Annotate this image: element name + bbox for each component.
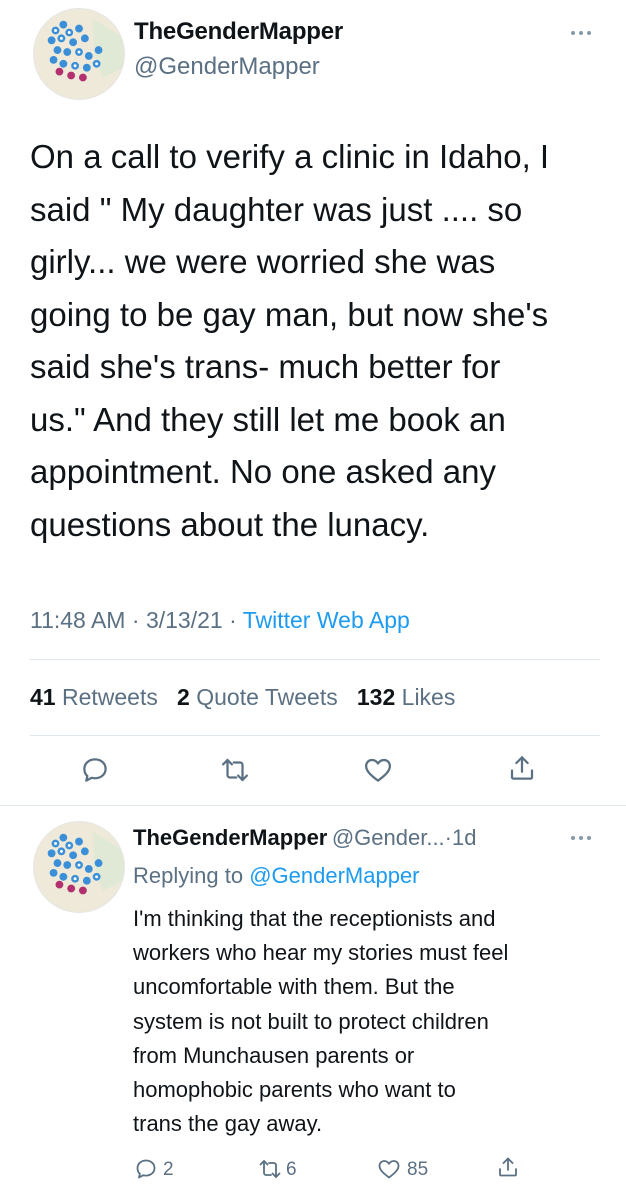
replying-to: Replying to @GenderMapper — [133, 863, 420, 888]
retweet-icon[interactable] — [258, 1157, 282, 1181]
reply-age[interactable]: 1d — [452, 825, 476, 850]
quote-tweets-stat[interactable]: 2 Quote Tweets — [177, 684, 338, 710]
like-count: 85 — [407, 1159, 429, 1180]
retweet-icon[interactable] — [220, 755, 250, 785]
likes-stat[interactable]: 132 Likes — [357, 684, 455, 710]
engagement-stats: 41 Retweets 2 Quote Tweets 132 Likes — [30, 684, 455, 711]
tweet-time[interactable]: 11:48 AM — [30, 607, 125, 633]
avatar[interactable] — [33, 8, 125, 100]
replying-to-mention[interactable]: @GenderMapper — [249, 863, 419, 888]
reply-count: 2 — [163, 1159, 174, 1180]
more-icon[interactable] — [571, 28, 595, 38]
more-icon[interactable] — [571, 833, 595, 843]
reply-text: I'm thinking that the receptionists and … — [133, 906, 509, 1137]
map-pins-avatar-image — [34, 9, 124, 99]
reply-header: TheGenderMapper @Gender...·1d — [133, 825, 477, 850]
tweet-meta: 11:48 AM · 3/13/21 · Twitter Web App — [30, 607, 410, 633]
reply-handle[interactable]: @Gender... — [332, 825, 445, 850]
tweet-text: On a call to verify a clinic in Idaho, I… — [30, 138, 550, 543]
reply-avatar[interactable] — [33, 821, 125, 913]
reply-icon[interactable] — [134, 1157, 158, 1181]
share-icon[interactable] — [496, 1155, 520, 1179]
heart-icon[interactable] — [377, 1157, 401, 1181]
display-name[interactable]: TheGenderMapper — [134, 18, 343, 46]
reply-display-name[interactable]: TheGenderMapper — [133, 825, 327, 850]
retweet-count: 6 — [286, 1159, 297, 1180]
reply-icon[interactable] — [80, 755, 110, 785]
tweet-date[interactable]: 3/13/21 — [146, 607, 223, 633]
divider — [0, 805, 626, 806]
map-pins-avatar-image — [34, 822, 124, 912]
heart-icon[interactable] — [363, 755, 393, 785]
divider — [30, 735, 600, 736]
divider — [30, 659, 600, 660]
share-icon[interactable] — [507, 753, 537, 783]
tweet-source-link[interactable]: Twitter Web App — [243, 607, 410, 633]
handle[interactable]: @GenderMapper — [134, 53, 320, 81]
retweets-stat[interactable]: 41 Retweets — [30, 684, 158, 710]
